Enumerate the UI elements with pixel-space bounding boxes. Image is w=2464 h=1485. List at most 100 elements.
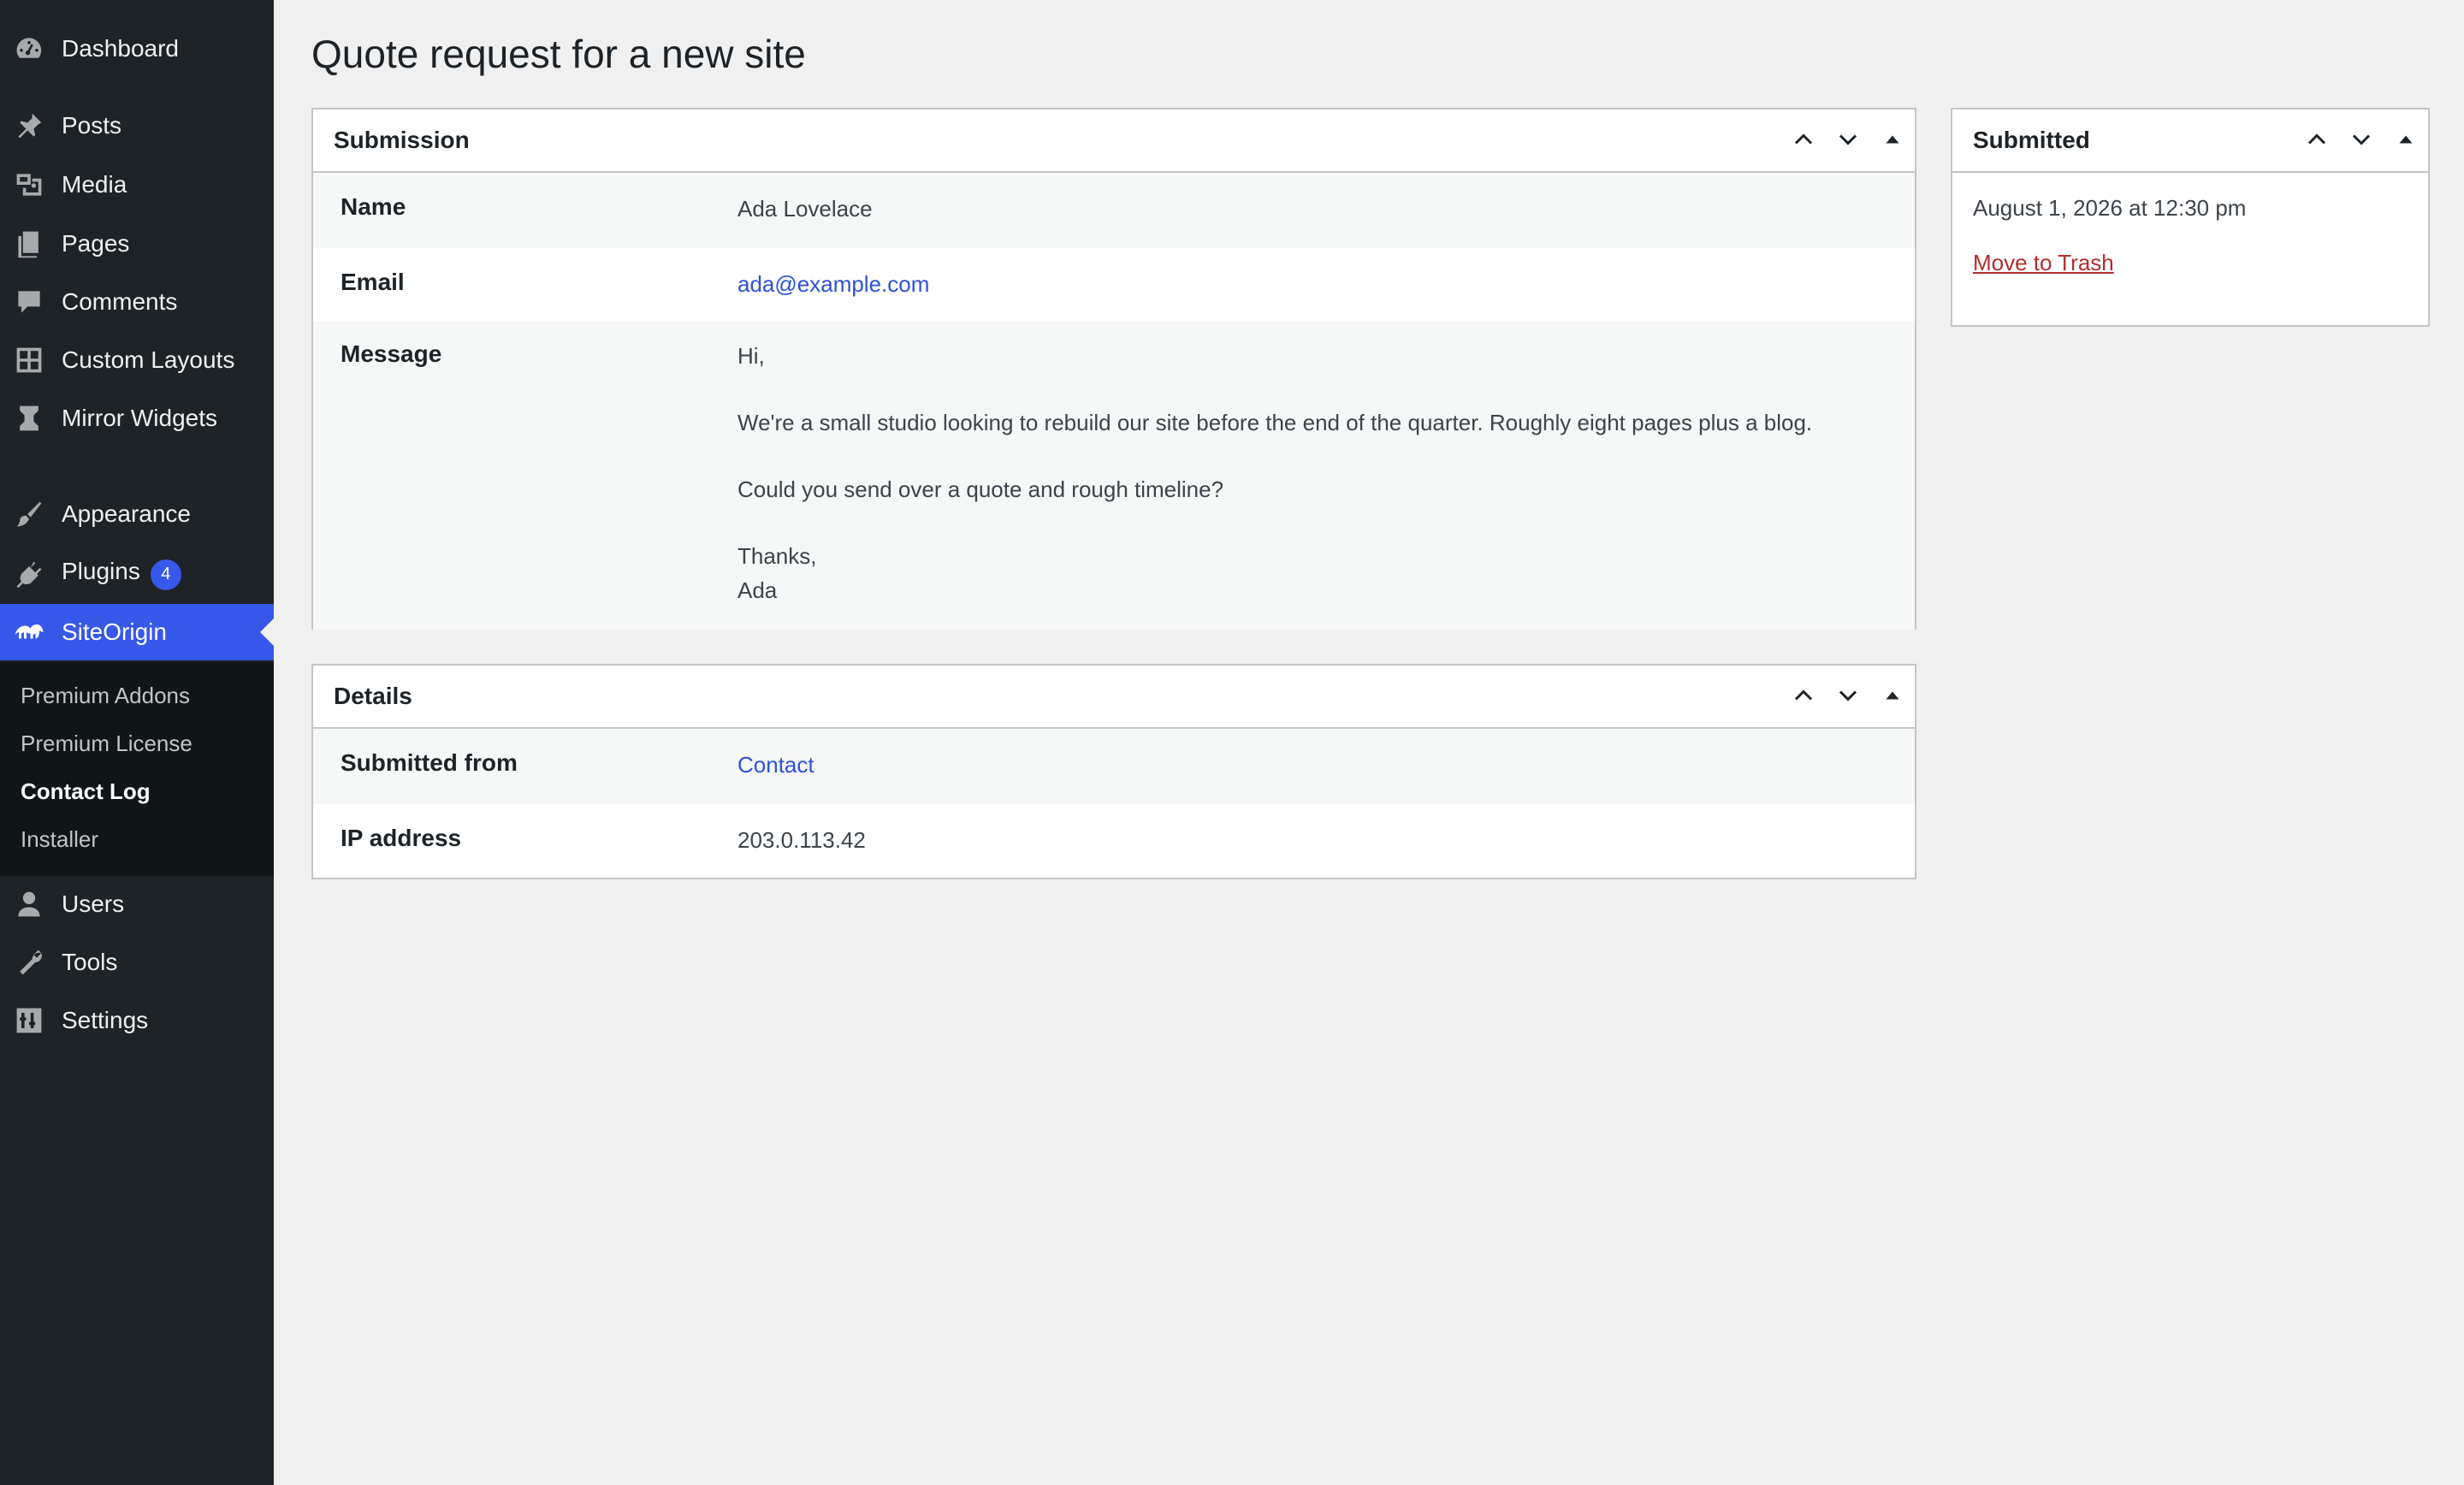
submitted-postbox: Submitted August 1, 2026 at 12:30 pm Mov… [1951, 108, 2430, 327]
menu-users[interactable]: Users [0, 876, 274, 932]
message-line: Thanks, [737, 543, 817, 569]
mirror-icon [12, 401, 46, 435]
pages-icon [12, 227, 46, 261]
details-row-ip: IP address 203.0.113.42 [313, 804, 1915, 879]
wrench-icon [12, 945, 46, 979]
triangle-up-icon [1886, 135, 1899, 144]
menu-custom-layouts-label: Custom Layouts [62, 346, 235, 373]
message-value: Hi, We're a small studio looking to rebu… [737, 339, 1812, 607]
submenu-premium-license[interactable]: Premium License [21, 731, 192, 757]
move-to-trash-link[interactable]: Move to Trash [1973, 250, 2114, 275]
menu-posts-label: Posts [62, 112, 122, 139]
plugins-update-badge: 4 [150, 559, 181, 590]
ip-address-value: 203.0.113.42 [737, 827, 866, 853]
submitted-date: August 1, 2026 at 12:30 pm [1973, 195, 2247, 221]
submitted-title: Submitted [1973, 127, 2090, 153]
menu-dashboard-label: Dashboard [62, 35, 179, 62]
submission-row-email: Email ada@example.com [313, 248, 1915, 322]
submitted-from-link[interactable]: Contact [737, 752, 814, 778]
menu-appearance-label: Appearance [62, 500, 192, 527]
chevron-up-icon [2307, 133, 2326, 145]
menu-media[interactable]: Media [0, 157, 274, 213]
move-up-button[interactable] [1781, 666, 1826, 725]
menu-pages[interactable]: Pages [0, 216, 274, 272]
media-icon [12, 168, 46, 202]
ip-address-label: IP address [341, 825, 462, 851]
toggle-panel-button[interactable] [2384, 109, 2428, 169]
chevron-down-icon [2352, 134, 2371, 145]
triangle-up-icon [2399, 135, 2413, 144]
chevron-down-icon [1839, 134, 1857, 145]
details-postbox-header: Details [313, 666, 1915, 729]
submission-handle-actions [1781, 109, 1915, 169]
move-up-button[interactable] [1781, 109, 1826, 169]
submitted-postbox-header: Submitted [1952, 109, 2428, 173]
triangle-up-icon [1886, 691, 1899, 700]
name-value: Ada Lovelace [737, 196, 873, 222]
submission-row-message: Message Hi, We're a small studio looking… [313, 322, 1915, 630]
submenu-contact-log[interactable]: Contact Log [21, 778, 151, 805]
submission-title: Submission [334, 127, 470, 153]
menu-plugins[interactable]: Plugins 4 [0, 546, 274, 602]
email-value-wrap: ada@example.com [737, 267, 929, 301]
menu-appearance[interactable]: Appearance [0, 486, 274, 542]
menu-comments[interactable]: Comments [0, 274, 274, 330]
toggle-panel-button[interactable] [1870, 666, 1915, 725]
menu-mirror-widgets-label: Mirror Widgets [62, 405, 218, 431]
admin-sidebar: Dashboard Posts Media Pages Comments Cus… [0, 0, 274, 1485]
email-link[interactable]: ada@example.com [737, 271, 929, 297]
details-handle-actions [1781, 666, 1915, 725]
move-down-button[interactable] [1826, 666, 1870, 725]
menu-siteorigin-label: SiteOrigin [62, 618, 167, 645]
menu-posts[interactable]: Posts [0, 98, 274, 154]
chevron-down-icon [1839, 690, 1857, 701]
toggle-panel-button[interactable] [1870, 109, 1915, 169]
menu-media-label: Media [62, 171, 127, 198]
details-postbox: Details Submitted from Contact IP addres… [311, 664, 1916, 879]
page-title: Quote request for a new site [311, 32, 806, 76]
user-icon [12, 887, 46, 921]
submenu-premium-addons[interactable]: Premium Addons [21, 683, 190, 709]
menu-settings-label: Settings [62, 1007, 149, 1033]
comment-icon [12, 285, 46, 319]
menu-users-label: Users [62, 890, 125, 917]
submission-postbox-header: Submission [313, 109, 1915, 173]
menu-dashboard[interactable]: Dashboard [0, 21, 274, 77]
settings-icon [12, 1003, 46, 1038]
move-down-button[interactable] [2339, 109, 2384, 169]
submitted-from-value-wrap: Contact [737, 748, 814, 782]
menu-plugins-text: Plugins [62, 558, 140, 585]
chevron-up-icon [1794, 133, 1813, 145]
message-line: Could you send over a quote and rough ti… [737, 476, 1224, 502]
menu-tools[interactable]: Tools [0, 934, 274, 991]
submenu-installer[interactable]: Installer [21, 826, 98, 853]
layout-icon [12, 343, 46, 377]
message-line: We're a small studio looking to rebuild … [737, 410, 1813, 435]
chevron-up-icon [1794, 689, 1813, 701]
menu-plugins-label: Plugins 4 [62, 558, 181, 590]
menu-custom-layouts[interactable]: Custom Layouts [0, 332, 274, 388]
details-row-from: Submitted from Contact [313, 729, 1915, 804]
menu-pages-label: Pages [62, 230, 130, 257]
submitted-from-label: Submitted from [341, 749, 518, 776]
menu-settings[interactable]: Settings [0, 992, 274, 1049]
brush-icon [12, 497, 46, 531]
dashboard-icon [12, 32, 46, 66]
message-label: Message [341, 340, 442, 367]
menu-mirror-widgets[interactable]: Mirror Widgets [0, 390, 274, 447]
message-line: Ada [737, 577, 778, 603]
pin-icon [12, 109, 46, 143]
move-down-button[interactable] [1826, 109, 1870, 169]
trash-link-wrap: Move to Trash [1973, 250, 2114, 276]
email-label: Email [341, 269, 405, 295]
move-up-button[interactable] [2295, 109, 2339, 169]
menu-siteorigin[interactable]: SiteOrigin [0, 604, 274, 660]
details-title: Details [334, 683, 412, 709]
siteorigin-icon [12, 615, 46, 649]
submitted-handle-actions [2295, 109, 2428, 169]
menu-tools-label: Tools [62, 949, 118, 975]
submission-row-name: Name Ada Lovelace [313, 173, 1915, 248]
name-label: Name [341, 193, 406, 220]
siteorigin-submenu: Premium Addons Premium License Contact L… [0, 662, 274, 876]
submission-postbox: Submission Name Ada Lovelace Email ada@e… [311, 108, 1916, 630]
